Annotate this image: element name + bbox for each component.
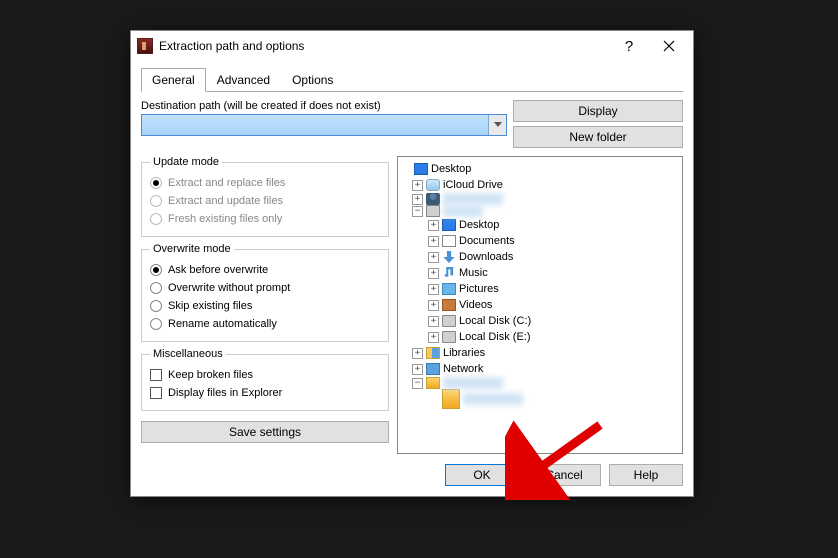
music-icon (442, 267, 456, 279)
destination-row: Destination path (will be created if doe… (141, 100, 683, 148)
tree-node-desktop[interactable]: Desktop (431, 161, 471, 177)
tab-advanced[interactable]: Advanced (206, 68, 281, 92)
radio-overwrite-noprompt[interactable]: Overwrite without prompt (150, 279, 380, 297)
expand-icon[interactable]: + (412, 364, 423, 375)
radio-fresh-only[interactable]: Fresh existing files only (150, 210, 380, 228)
misc-legend: Miscellaneous (150, 348, 226, 360)
ok-button[interactable]: OK (445, 464, 519, 486)
tab-general[interactable]: General (141, 68, 206, 92)
misc-group: Miscellaneous Keep broken files Display … (141, 348, 389, 411)
expand-icon[interactable]: + (428, 300, 439, 311)
tree-node-disk-c[interactable]: Local Disk (C:) (459, 313, 531, 329)
overwrite-mode-legend: Overwrite mode (150, 243, 234, 255)
help-titlebar-button[interactable]: ? (609, 32, 649, 60)
tree-node-network[interactable]: Network (443, 361, 483, 377)
destination-combobox[interactable] (141, 114, 507, 136)
network-icon (426, 363, 440, 375)
expand-icon[interactable]: + (428, 252, 439, 263)
tab-options[interactable]: Options (281, 68, 344, 92)
dialog-body: General Advanced Options Destination pat… (131, 61, 693, 496)
radio-extract-update[interactable]: Extract and update files (150, 192, 380, 210)
tree-node-redacted-subfolder[interactable]: xxxxxx (463, 393, 523, 405)
expand-icon[interactable]: + (412, 194, 423, 205)
tree-node-user-redacted[interactable]: xxxxxx (443, 193, 503, 205)
libraries-icon (426, 347, 440, 359)
collapse-icon[interactable]: − (412, 206, 423, 217)
cloud-icon (426, 179, 440, 191)
tree-node-documents[interactable]: Documents (459, 233, 515, 249)
update-mode-legend: Update mode (150, 156, 222, 168)
tree-node-thispc-redacted[interactable]: xxx (443, 205, 483, 217)
collapse-icon[interactable]: − (412, 378, 423, 389)
tree-node-videos[interactable]: Videos (459, 297, 492, 313)
video-icon (442, 299, 456, 311)
tree-node-music[interactable]: Music (459, 265, 488, 281)
document-icon (442, 235, 456, 247)
tree-node-pictures[interactable]: Pictures (459, 281, 499, 297)
winrar-icon (137, 38, 153, 54)
dialog-window: Extraction path and options ? General Ad… (130, 30, 694, 497)
radio-rename-auto[interactable]: Rename automatically (150, 315, 380, 333)
expand-icon[interactable]: + (428, 268, 439, 279)
expand-icon[interactable]: + (428, 284, 439, 295)
tree-node-libraries[interactable]: Libraries (443, 345, 485, 361)
options-column: Update mode Extract and replace files Ex… (141, 156, 389, 454)
folder-open-icon (442, 389, 460, 409)
expand-icon[interactable]: + (428, 332, 439, 343)
check-keep-broken[interactable]: Keep broken files (150, 366, 380, 384)
tree-node-pc-desktop[interactable]: Desktop (459, 217, 499, 233)
disk-icon (442, 331, 456, 343)
folder-icon (426, 377, 440, 389)
tree-node-redacted-folder[interactable]: xxxxxx (443, 377, 503, 389)
expand-icon[interactable]: + (428, 236, 439, 247)
update-mode-group: Update mode Extract and replace files Ex… (141, 156, 389, 237)
folder-tree[interactable]: Desktop + iCloud Drive + xxxxxx − xxx + Desk… (397, 156, 683, 454)
check-display-explorer[interactable]: Display files in Explorer (150, 384, 380, 402)
cancel-button[interactable]: Cancel (527, 464, 601, 486)
overwrite-mode-group: Overwrite mode Ask before overwrite Over… (141, 243, 389, 342)
disk-icon (442, 315, 456, 327)
desktop-icon (414, 163, 428, 175)
expand-icon[interactable]: + (412, 348, 423, 359)
pc-icon (426, 205, 440, 217)
titlebar: Extraction path and options ? (131, 31, 693, 61)
main-area: Update mode Extract and replace files Ex… (141, 156, 683, 454)
expand-icon[interactable]: + (428, 316, 439, 327)
tree-node-downloads[interactable]: Downloads (459, 249, 513, 265)
new-folder-button[interactable]: New folder (513, 126, 683, 148)
display-button[interactable]: Display (513, 100, 683, 122)
help-button[interactable]: Help (609, 464, 683, 486)
tree-node-icloud[interactable]: iCloud Drive (443, 177, 503, 193)
tree-node-disk-e[interactable]: Local Disk (E:) (459, 329, 531, 345)
user-icon (426, 193, 440, 205)
radio-skip-existing[interactable]: Skip existing files (150, 297, 380, 315)
dialog-footer: OK Cancel Help (141, 464, 683, 486)
desktop-icon (442, 219, 456, 231)
radio-extract-replace[interactable]: Extract and replace files (150, 174, 380, 192)
expand-icon[interactable]: + (428, 220, 439, 231)
tab-strip: General Advanced Options (141, 67, 683, 92)
download-icon (442, 251, 456, 263)
radio-ask-overwrite[interactable]: Ask before overwrite (150, 261, 380, 279)
expand-icon[interactable]: + (412, 180, 423, 191)
destination-label: Destination path (will be created if doe… (141, 100, 507, 112)
chevron-down-icon[interactable] (488, 115, 506, 135)
destination-input[interactable] (142, 115, 488, 135)
picture-icon (442, 283, 456, 295)
save-settings-button[interactable]: Save settings (141, 421, 389, 443)
close-button[interactable] (649, 32, 689, 60)
window-title: Extraction path and options (159, 39, 609, 53)
